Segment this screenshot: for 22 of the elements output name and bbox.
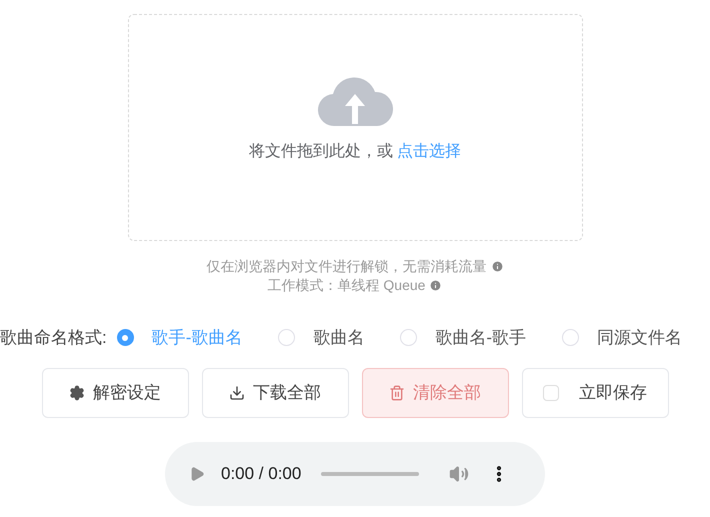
info-note: 仅在浏览器内对文件进行解锁，无需消耗流量 — [206, 257, 486, 276]
play-icon[interactable] — [189, 466, 205, 482]
info-note: 工作模式：单线程 Queue — [268, 276, 426, 295]
volume-icon[interactable] — [449, 464, 470, 484]
download-icon — [229, 384, 245, 400]
file-drop-zone[interactable]: 将文件拖到此处，或 点击选择 — [128, 14, 582, 241]
info-icon[interactable] — [490, 260, 504, 273]
radio-button[interactable] — [116, 329, 134, 346]
progress-track[interactable] — [321, 472, 420, 476]
drop-prompt: 将文件拖到此处，或 点击选择 — [248, 142, 462, 162]
download-all-button[interactable]: 下载全部 — [202, 368, 348, 418]
radio-label[interactable]: 歌曲名-歌手 — [435, 325, 526, 350]
settings-icon — [69, 384, 85, 400]
decrypt-settings-button[interactable]: 解密设定 — [42, 368, 188, 418]
trash-icon — [389, 384, 405, 400]
checkbox[interactable] — [543, 384, 559, 400]
save-now-checkbox[interactable]: 立即保存 — [522, 368, 668, 418]
info-icon[interactable] — [429, 279, 442, 292]
naming-format-label: 歌曲命名格式: — [0, 327, 107, 349]
playback-time: 0:00 / 0:00 — [221, 462, 302, 485]
radio-label[interactable]: 同源文件名 — [597, 325, 682, 350]
radio-label[interactable]: 歌曲名 — [313, 325, 364, 350]
